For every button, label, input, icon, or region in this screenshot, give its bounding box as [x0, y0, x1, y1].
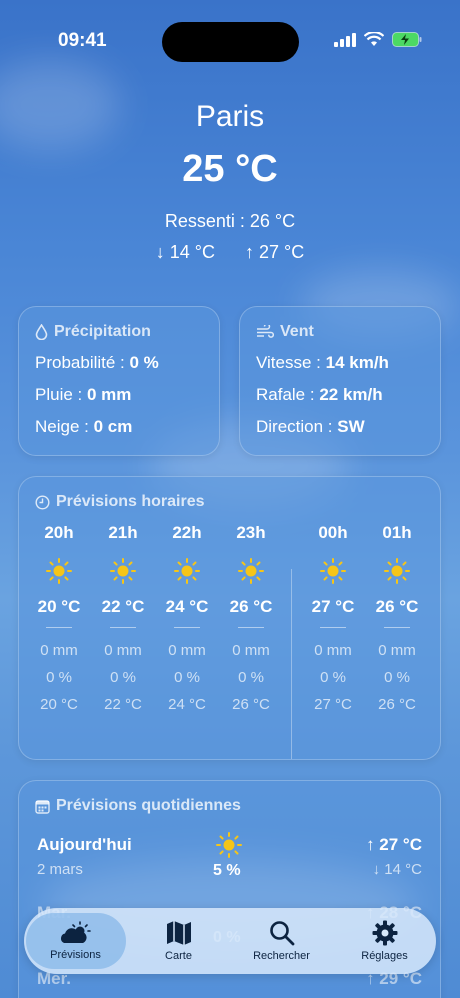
battery-charging-icon [392, 32, 422, 47]
tab-rechercher[interactable]: Rechercher [232, 913, 332, 969]
sun-icon [110, 558, 136, 584]
tab-reglages[interactable]: Réglages [335, 913, 435, 969]
sun-icon [174, 558, 200, 584]
wind-gust: Rafale : 22 km/h [256, 385, 383, 404]
status-icons [334, 32, 422, 47]
min-temperature: ↓ 14 °C [155, 242, 215, 262]
droplet-icon [35, 324, 48, 340]
status-time: 09:41 [58, 30, 107, 51]
precip-snow: Neige : 0 cm [35, 417, 133, 436]
precipitation-card[interactable]: Précipitation Probabilité : 0 % Pluie : … [18, 306, 220, 456]
wind-direction: Direction : SW [256, 417, 365, 436]
wifi-icon [364, 32, 384, 46]
day-date: 2 mars [37, 861, 83, 878]
tab-previsions[interactable]: Prévisions [25, 913, 126, 969]
current-temperature: 25 °C [182, 148, 278, 190]
day-separator [291, 569, 292, 759]
hourly-item: 21h 22 °C 0 mm 0 % 22 °C [101, 523, 145, 713]
current-weather: Paris 25 °C Ressenti : 26 °C ↓ 14 °C ↑ 2… [0, 100, 460, 263]
partly-sunny-icon [60, 921, 91, 943]
precip-rain: Pluie : 0 mm [35, 385, 132, 404]
wind-card[interactable]: Vent Vitesse : 14 km/h Rafale : 22 km/h … [239, 306, 441, 456]
precipitation-title: Précipitation [35, 323, 203, 341]
status-bar: 09:41 [0, 0, 460, 84]
map-icon [166, 921, 191, 945]
sun-icon [215, 831, 243, 864]
sun-icon [46, 558, 72, 584]
max-temperature: ↑ 27 °C [245, 242, 305, 262]
tab-bar: Prévisions Carte Rechercher Réglages [24, 908, 436, 974]
hourly-item: 23h 26 °C 0 mm 0 % 26 °C [229, 523, 273, 713]
clock-icon [35, 494, 50, 510]
day-name: Aujourd'hui [37, 835, 132, 854]
tab-carte[interactable]: Carte [129, 913, 229, 969]
hourly-scroll[interactable]: 20h 20 °C 0 mm 0 % 20 °C 21h 22 °C 0 mm … [19, 523, 440, 759]
signal-icon [334, 32, 356, 47]
sun-icon [320, 558, 346, 584]
hourly-forecast-card[interactable]: Prévisions horaires 20h 20 °C 0 mm 0 % 2… [18, 476, 441, 760]
hourly-item: 01h 26 °C 0 mm 0 % 26 °C [375, 523, 419, 713]
hourly-item: 22h 24 °C 0 mm 0 % 24 °C [165, 523, 209, 713]
wind-icon [257, 325, 274, 338]
precip-probability: Probabilité : 0 % [35, 353, 159, 372]
dynamic-island [162, 22, 299, 62]
city-name: Paris [195, 100, 265, 133]
sun-icon [384, 558, 410, 584]
search-icon [269, 921, 294, 946]
hourly-title: Prévisions horaires [35, 493, 424, 511]
feels-like: Ressenti : 26 °C [164, 211, 296, 231]
hourly-item: 00h 27 °C 0 mm 0 % 27 °C [311, 523, 355, 713]
hourly-item: 20h 20 °C 0 mm 0 % 20 °C [37, 523, 81, 713]
daily-item[interactable]: Aujourd'hui 2 mars 5 % ↑ 27 °C ↓ 14 °C [37, 831, 422, 891]
min-max: ↓ 14 °C ↑ 27 °C [0, 242, 460, 263]
daily-title: Prévisions quotidiennes [35, 797, 424, 815]
day-max: ↑ 27 °C [366, 835, 422, 854]
wind-speed: Vitesse : 14 km/h [256, 353, 389, 372]
wind-title: Vent [256, 323, 424, 341]
day-min: ↓ 14 °C [372, 861, 422, 878]
day-probability: 5 % [213, 862, 241, 879]
gear-icon [372, 920, 397, 946]
sun-icon [238, 558, 264, 584]
calendar-icon [35, 799, 50, 814]
